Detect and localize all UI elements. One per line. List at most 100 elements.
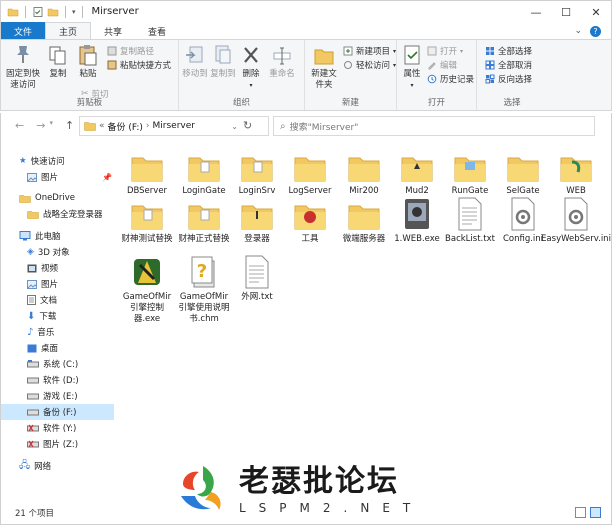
tab-file[interactable]: 文件 [1,22,46,40]
address-dropdown-icon[interactable]: ⌄ [231,122,238,131]
file-item[interactable]: 财神测试替换 [119,193,175,245]
properties-icon[interactable] [32,6,44,18]
sidebar-item-videos[interactable]: 视频 [1,260,114,276]
tab-home[interactable]: 主页 [45,22,92,40]
new-folder-icon[interactable] [47,6,59,18]
large-icons-view-icon[interactable] [590,507,601,518]
file-item[interactable]: 财神正式替换 [176,193,232,245]
forward-arrow-icon[interactable]: → [36,119,45,132]
customize-toolbar-icon[interactable]: ▾ [72,8,76,16]
open-button[interactable]: 打开 ▾ [427,45,463,57]
folder-icon [131,205,163,230]
file-item[interactable]: 微端服务器 [336,193,392,245]
item-count: 21 个项目 [15,508,55,519]
delete-icon [244,47,258,63]
close-button[interactable]: ✕ [581,1,611,23]
sidebar-item-music[interactable]: ♪ 音乐 [1,324,114,340]
sidebar-item-pictures[interactable]: 图片 [1,276,114,292]
breadcrumb-drive[interactable]: 备份 (F:) [108,120,143,133]
collapse-ribbon-icon[interactable]: ⌄ [574,26,582,36]
back-arrow-icon[interactable]: ← [15,119,24,132]
file-item[interactable]: ? GameOfMir引擎使用说明书.chm [176,251,232,325]
file-item[interactable]: EasyWebServ.ini [541,193,611,245]
select-all-button[interactable]: 全部选择 [485,45,532,57]
breadcrumb-folder[interactable]: Mirserver [153,121,195,131]
file-item[interactable]: Mud2 [389,145,445,197]
edit-icon [428,62,436,70]
file-item[interactable]: WEB [548,145,604,197]
easy-access-button[interactable]: 轻松访问 ▾ [343,59,396,71]
address-bar[interactable]: « 备份 (F:) › Mirserver ⌄ [79,116,269,136]
file-item[interactable]: LoginGate [176,145,232,197]
sidebar-item-this-pc[interactable]: 此电脑 [1,228,114,244]
sidebar-item-pictures-pinned[interactable]: 图片 📌 [1,169,114,185]
pin-to-quick-access-button[interactable]: 固定到快速访问 [5,43,41,91]
sidebar-item-network[interactable]: 🖧 网络 [1,458,114,474]
recent-locations-icon[interactable]: ▾ [49,119,53,132]
navigation-bar: ← → ▾ ↑ « 备份 (F:) › Mirserver ⌄ ↻ ⌕ 搜索"M… [0,113,612,139]
breadcrumb-overflow-icon[interactable]: « [99,121,105,131]
network-drive-disconnected-icon [27,424,39,432]
sidebar-item-drive-c[interactable]: 系统 (C:) [1,356,114,372]
folder-icon [560,157,592,182]
invert-selection-button[interactable]: 反向选择 [485,73,532,85]
edit-button[interactable]: 编辑 [427,59,457,71]
sidebar-item-downloads[interactable]: ⬇ 下载 [1,308,114,324]
tab-share[interactable]: 共享 [91,22,135,40]
maximize-button[interactable]: ☐ [551,1,581,23]
toolbar-divider [81,5,83,18]
sidebar-item-drive-d[interactable]: 软件 (D:) [1,372,114,388]
details-view-icon[interactable] [575,507,586,518]
file-item[interactable]: BackList.txt [442,193,498,245]
file-item[interactable]: LogServer [282,145,338,197]
folder-icon [401,157,433,182]
pictures-icon [27,172,37,182]
file-item[interactable]: 外网.txt [229,251,285,303]
file-item[interactable]: 登录器 [229,193,285,245]
paste-shortcut-button[interactable]: 粘贴快捷方式 [107,59,171,71]
search-box[interactable]: ⌕ 搜索"Mirserver" [273,116,595,136]
sidebar-item-desktop[interactable]: 桌面 [1,340,114,356]
search-icon: ⌕ [280,120,286,132]
sidebar-item-drive-e[interactable]: 游戏 (E:) [1,388,114,404]
move-to-button[interactable]: 移动到 [181,43,209,80]
clipboard-group-label: 剪贴板 [76,98,103,108]
minimize-button[interactable]: — [521,1,551,23]
sidebar-item-onedrive[interactable]: OneDrive [1,190,114,206]
copy-to-icon [215,45,231,64]
file-item[interactable]: RunGate [442,145,498,197]
file-item[interactable]: 工具 [282,193,338,245]
copy-path-button[interactable]: 复制路径 [107,45,154,57]
delete-button[interactable]: 删除 ▾ [239,43,263,91]
file-item[interactable]: LoginSrv [229,145,285,197]
tab-view[interactable]: 查看 [135,22,179,40]
sidebar-item-3d-objects[interactable]: ◈ 3D 对象 [1,244,114,260]
document-icon [27,295,36,305]
cube-icon: ◈ [27,247,34,257]
sidebar-item-drive-z[interactable]: 图片 (Z:) [1,436,114,452]
new-folder-button[interactable]: 新建文件夹 [309,43,339,91]
up-arrow-icon[interactable]: ↑ [65,119,74,132]
copy-to-button[interactable]: 复制到 [209,43,237,80]
file-item[interactable]: GameOfMir引擎控制器.exe [119,251,175,325]
properties-button[interactable]: 属性 ▾ [401,43,423,91]
file-item[interactable]: SelGate [495,145,551,197]
sidebar-item-login-folder[interactable]: 战略全宠登录器 [1,206,114,222]
sidebar-item-drive-f[interactable]: 备份 (F:) [1,404,114,420]
file-item[interactable]: DBServer [119,145,175,197]
rename-button[interactable]: 重命名 [267,43,297,80]
new-item-button[interactable]: 新建项目 ▾ [343,45,396,57]
sidebar-item-quick-access[interactable]: ★ 快速访问 [1,153,114,169]
file-item[interactable]: 1.WEB.exe [389,193,445,245]
refresh-icon[interactable]: ↻ [243,119,252,132]
copy-button[interactable]: 复制 [45,43,71,80]
sidebar-item-documents[interactable]: 文档 [1,292,114,308]
help-icon[interactable]: ? [590,25,601,37]
view-switcher [575,507,601,518]
history-button[interactable]: 历史记录 [427,73,474,85]
paste-button[interactable]: 粘贴 [75,43,101,80]
sidebar-item-drive-y[interactable]: 软件 (Y:) [1,420,114,436]
select-none-button[interactable]: 全部取消 [485,59,532,71]
folder-icon [241,157,273,182]
file-item[interactable]: Mir200 [336,145,392,197]
